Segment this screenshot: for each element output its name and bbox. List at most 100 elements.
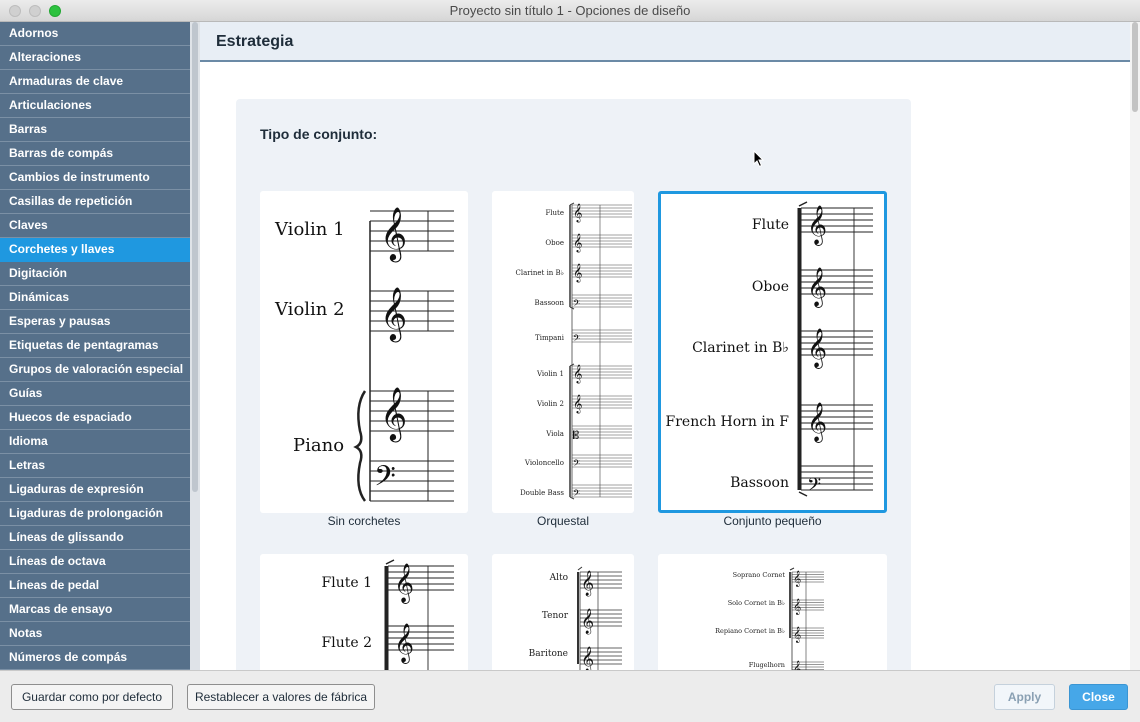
staff-label: Violin 2 — [274, 299, 345, 320]
sidebar-item[interactable]: Etiquetas de pentagramas — [0, 334, 190, 358]
staff-label: Clarinet in B♭ — [692, 340, 789, 356]
staff-label: Flugelhorn — [749, 661, 785, 669]
sidebar-item[interactable]: Claves — [0, 214, 190, 238]
content-scroll-thumb[interactable] — [1132, 22, 1138, 112]
treble-clef-icon: 𝄞 — [573, 263, 582, 283]
svg-text:𝄞: 𝄞 — [380, 286, 407, 342]
sidebar-item[interactable]: Marcas de ensayo — [0, 598, 190, 622]
sidebar-item[interactable]: Idioma — [0, 430, 190, 454]
sidebar-item[interactable]: Ligaduras de prolongación — [0, 502, 190, 526]
staff-label: Clarinet in B♭ — [516, 269, 564, 277]
sidebar-item[interactable]: Grupos de valoración especial — [0, 358, 190, 382]
section-header: Estrategia — [200, 22, 1130, 62]
bass-clef-icon: 𝄢 — [807, 475, 821, 500]
arrow-cursor-icon — [753, 150, 765, 168]
option-small-ensemble[interactable]: 𝄞 𝄞 𝄞 𝄞 𝄢 Flute Oboe Clarinet in B♭ French H… — [658, 191, 887, 513]
option-brass-band[interactable]: 𝄞𝄞𝄞𝄞𝄞 Soprano Cornet Solo Cornet in B♭ R… — [658, 554, 887, 670]
staff-label: Oboe — [545, 239, 564, 247]
staff-label: Flute 1 — [322, 575, 372, 591]
option-caption: Orquestal — [536, 514, 590, 528]
svg-text:𝄢: 𝄢 — [374, 460, 396, 500]
sidebar-item[interactable]: Digitación — [0, 262, 190, 286]
treble-clef-icon: 𝄞 — [807, 267, 827, 308]
option-wind-pairs[interactable]: 𝄞𝄞𝄞 Flute 1 Flute 2 — [260, 554, 468, 670]
svg-text:𝄞: 𝄞 — [380, 206, 407, 262]
option-orchestral[interactable]: 𝄞 𝄞 𝄞 𝄢 𝄢 𝄞 𝄞 𝄡 𝄢 𝄢 Flute Oboe Clarinet in B♭ Bas… — [492, 191, 634, 513]
treble-clef-icon: 𝄞 — [581, 646, 594, 670]
apply-button[interactable]: Apply — [994, 684, 1055, 710]
sidebar-item[interactable]: Números de compás — [0, 646, 190, 670]
sidebar-item[interactable]: Letras — [0, 454, 190, 478]
treble-clef-icon: 𝄞 — [807, 328, 827, 369]
staff-label: Baritone — [529, 649, 568, 659]
sidebar-item[interactable]: Líneas de octava — [0, 550, 190, 574]
treble-clef-icon: 𝄞 — [573, 394, 582, 414]
sidebar-item[interactable]: Barras de compás — [0, 142, 190, 166]
page-title: Estrategia — [216, 33, 294, 50]
sidebar-item[interactable]: Ligaduras de expresión — [0, 478, 190, 502]
staff-label: Solo Cornet in B♭ — [728, 599, 785, 607]
option-caption: Sin corchetes — [327, 514, 401, 528]
sidebar-item[interactable]: Dinámicas — [0, 286, 190, 310]
sidebar-item[interactable]: Corchetes y llaves — [0, 238, 190, 262]
treble-clef-icon: 𝄞 — [573, 364, 582, 384]
staff-label: Piano — [293, 435, 344, 456]
sidebar-item[interactable]: Barras — [0, 118, 190, 142]
main-content: Estrategia Tipo de conjunto: 𝄞 𝄞 𝄞 𝄢 Vio… — [200, 22, 1130, 670]
treble-clef-icon: 𝄞 — [573, 233, 582, 253]
window-title: Proyecto sin título 1 - Opciones de dise… — [449, 3, 691, 18]
staff-label: Timpani — [535, 334, 565, 342]
staff-line — [385, 559, 395, 565]
sidebar-item[interactable]: Líneas de glissando — [0, 526, 190, 550]
sidebar-item[interactable]: Esperas y pausas — [0, 310, 190, 334]
bass-clef-icon: 𝄢 — [573, 333, 580, 346]
staff-label: Repiano Cornet in B♭ — [715, 627, 785, 635]
staff-line — [577, 566, 583, 571]
treble-clef-icon: 𝄞 — [793, 627, 801, 643]
option-no-brackets[interactable]: 𝄞 𝄞 𝄞 𝄢 Violin 1 Violin 2 Piano — [260, 191, 468, 513]
staff-label: Violin 1 — [274, 219, 345, 240]
save-default-button[interactable]: Guardar como por defecto — [11, 684, 173, 710]
sidebar-item[interactable]: Cambios de instrumento — [0, 166, 190, 190]
footer-bar: Guardar como por defecto Restablecer a v… — [0, 670, 1140, 722]
sidebar-item[interactable]: Adornos — [0, 22, 190, 46]
reset-factory-button[interactable]: Restablecer a valores de fábrica — [187, 684, 375, 710]
staff-label: Violin 1 — [536, 370, 564, 378]
staff-label: Soprano Cornet — [733, 571, 786, 579]
treble-clef-icon: 𝄞 — [581, 608, 594, 634]
option-choir[interactable]: 𝄞𝄞𝄞𝄞 Alto Tenor Baritone — [492, 554, 634, 670]
sidebar-item[interactable]: Notas — [0, 622, 190, 646]
sidebar-item[interactable]: Líneas de pedal — [0, 574, 190, 598]
sidebar-item[interactable]: Alteraciones — [0, 46, 190, 70]
staff-line — [789, 567, 795, 571]
treble-clef-icon: 𝄞 — [807, 402, 827, 443]
ensemble-panel: Tipo de conjunto: 𝄞 𝄞 𝄞 𝄢 Violin 1 Violi… — [236, 99, 911, 670]
staff-label: French Horn in F — [666, 414, 790, 430]
staff-label: Alto — [549, 573, 568, 583]
staff-label: Violin 2 — [536, 400, 564, 408]
sidebar-item[interactable]: Armaduras de clave — [0, 70, 190, 94]
staff-label: Viola — [545, 430, 564, 438]
treble-clef-icon: 𝄞 — [807, 205, 827, 246]
staff-label: Bassoon — [730, 475, 789, 491]
staff-label: Double Bass — [520, 489, 564, 497]
sidebar-item[interactable]: Casillas de repetición — [0, 190, 190, 214]
content-scrollbar[interactable] — [1130, 22, 1140, 670]
title-bar: Proyecto sin título 1 - Opciones de dise… — [0, 0, 1140, 22]
treble-clef-icon: 𝄞 — [394, 623, 414, 664]
treble-clef-icon: 𝄞 — [793, 661, 801, 670]
sidebar-item[interactable]: Huecos de espaciado — [0, 406, 190, 430]
sidebar-item[interactable]: Articulaciones — [0, 94, 190, 118]
alto-clef-icon: 𝄡 — [573, 429, 579, 442]
staff-line — [798, 201, 808, 207]
sidebar-scroll-thumb[interactable] — [192, 22, 198, 492]
sidebar-item[interactable]: Guías — [0, 382, 190, 406]
bass-clef-icon: 𝄢 — [573, 298, 580, 311]
option-caption: Conjunto pequeño — [723, 514, 822, 528]
staff-label: Oboe — [752, 279, 789, 295]
treble-clef-icon: 𝄞 — [793, 599, 801, 615]
bass-clef-icon: 𝄢 — [573, 488, 580, 501]
close-button[interactable]: Close — [1069, 684, 1128, 710]
staff-label: Flute — [752, 217, 789, 233]
sidebar-scrollbar[interactable] — [190, 22, 200, 670]
